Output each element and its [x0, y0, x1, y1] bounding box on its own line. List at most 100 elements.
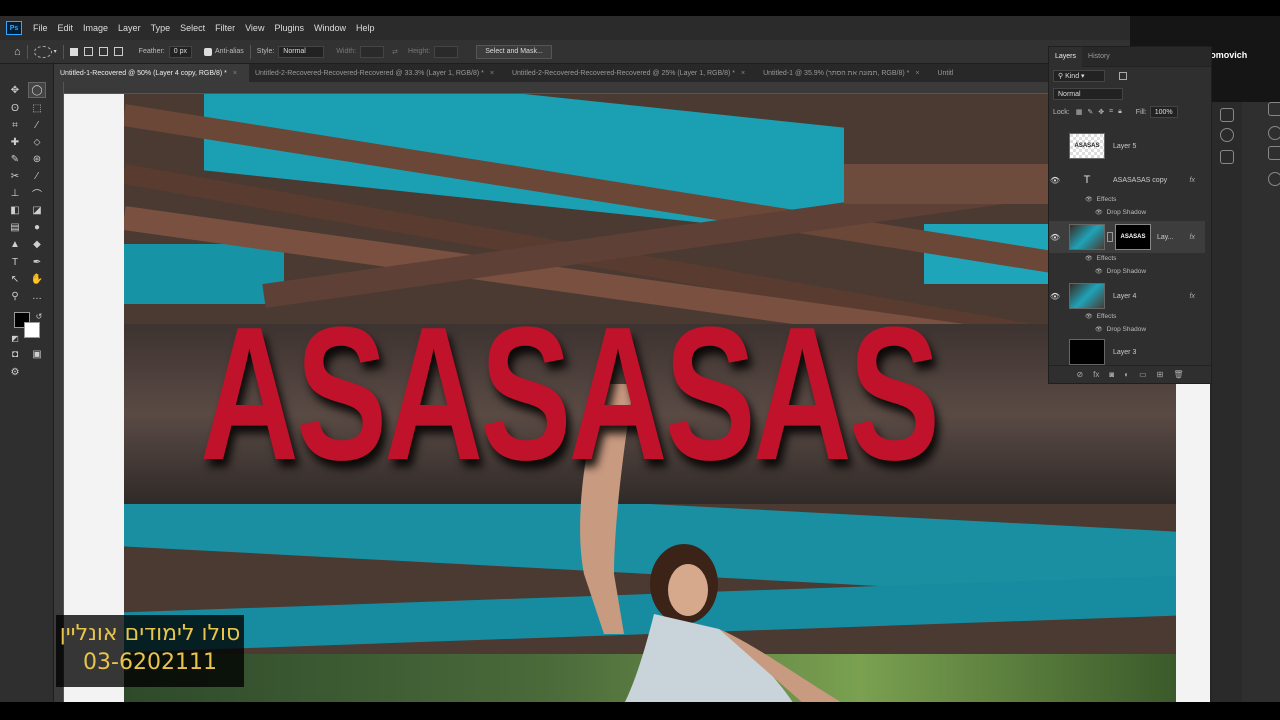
close-icon[interactable]: × [741, 70, 745, 77]
chevron-down-icon[interactable]: ▾ [54, 48, 57, 55]
lasso-tool-icon[interactable]: ʘ [6, 100, 24, 116]
quick-mask-icon[interactable]: ◘ [6, 346, 24, 362]
menu-help[interactable]: Help [351, 23, 380, 33]
visibility-icon[interactable]: 👁︎ [1085, 196, 1093, 203]
headline-text[interactable]: ASASASAS [200, 299, 940, 489]
object-select-tool-icon[interactable]: ⬚ [28, 100, 46, 116]
lock-artboard-icon[interactable]: ⌗ [1109, 108, 1113, 116]
visibility-icon[interactable]: 👁︎ [1049, 233, 1061, 242]
clone-stamp-icon[interactable]: ⊥ [6, 185, 24, 201]
edit-toolbar-icon[interactable]: ⚙ [6, 364, 24, 380]
menu-plugins[interactable]: Plugins [269, 23, 309, 33]
effects-row[interactable]: 👁︎ Effects [1085, 196, 1116, 203]
hand-tool-icon[interactable]: ✋ [28, 271, 46, 287]
history-brush-icon[interactable]: ✂ [6, 168, 24, 184]
link-layers-icon[interactable]: ⊘ [1076, 370, 1083, 379]
layer-name[interactable]: Lay... [1157, 234, 1174, 241]
properties-icon[interactable] [1220, 150, 1234, 164]
tab-document-4[interactable]: Untitled-1 @ 35.9% (תמונה את הסתר, RGB/8… [757, 64, 931, 82]
move-tool-icon[interactable]: ✥ [6, 82, 24, 98]
background-eraser-icon[interactable]: ◪ [28, 202, 46, 218]
vertical-ruler[interactable] [54, 82, 64, 702]
visibility-off-icon[interactable]: ● [1049, 348, 1061, 357]
new-layer-icon[interactable]: ⊞ [1157, 370, 1164, 379]
feather-input[interactable]: 0 px [168, 45, 192, 58]
style-select[interactable]: Normal [278, 45, 325, 58]
lock-all-icon[interactable]: 🔒︎ [1118, 108, 1122, 116]
burn-tool-icon[interactable]: ◆ [28, 236, 46, 252]
stamp-tool-icon[interactable]: ⊛ [28, 151, 46, 167]
brush-tool-icon[interactable]: ✎ [6, 151, 24, 167]
panel-icon[interactable] [1220, 108, 1234, 122]
menu-select[interactable]: Select [175, 23, 210, 33]
panel-icon[interactable] [1268, 102, 1280, 116]
layer-name[interactable]: Layer 5 [1113, 143, 1136, 150]
default-colors-icon[interactable]: ◩ [6, 330, 24, 346]
select-and-mask-button[interactable]: Select and Mask... [476, 44, 552, 59]
healing-brush-icon[interactable]: ✚ [6, 134, 24, 150]
close-icon[interactable]: × [233, 70, 237, 77]
tab-layers[interactable]: Layers [1049, 46, 1083, 67]
background-color-swatch[interactable] [24, 322, 40, 338]
add-selection-icon[interactable] [83, 47, 93, 56]
intersect-selection-icon[interactable] [113, 47, 123, 56]
visibility-icon[interactable]: 👁︎ [1085, 313, 1093, 320]
tab-document-5[interactable]: Untitl [931, 64, 965, 82]
art-brush-icon[interactable]: ⌒ [28, 185, 46, 201]
pen-tool-icon[interactable]: ✒ [28, 254, 46, 270]
menu-layer[interactable]: Layer [113, 23, 146, 33]
gradient-tool-icon[interactable]: ▤ [6, 219, 24, 235]
close-icon[interactable]: × [490, 70, 494, 77]
canvas-photo[interactable]: ASASASAS [124, 94, 1176, 702]
adjustment-layer-icon[interactable]: ◐ [1124, 370, 1129, 379]
info-icon[interactable] [1220, 128, 1234, 142]
menu-edit[interactable]: Edit [53, 23, 79, 33]
new-group-icon[interactable]: ▭ [1139, 370, 1147, 379]
zoom-tool-icon[interactable]: ⚲ [6, 288, 24, 304]
dodge-tool-icon[interactable]: ▲ [6, 236, 24, 252]
menu-type[interactable]: Type [146, 23, 176, 33]
tab-history[interactable]: History [1082, 47, 1116, 67]
patch-tool-icon[interactable]: ⬦ [28, 134, 46, 150]
layer-mask-thumbnail[interactable]: ASASAS [1115, 224, 1151, 250]
layer-row[interactable]: 👁︎ Layer 4 fx [1049, 281, 1205, 311]
layer-name[interactable]: Layer 3 [1113, 349, 1136, 356]
layer-name[interactable]: ASASASAS copy [1113, 177, 1167, 184]
chain-link-icon[interactable] [1107, 232, 1113, 242]
new-selection-icon[interactable] [69, 47, 78, 56]
layer-row[interactable]: 👁︎ T ASASASAS copy fx [1049, 167, 1205, 193]
menu-window[interactable]: Window [309, 23, 351, 33]
lock-position-icon[interactable]: ✥ [1098, 108, 1104, 116]
menu-file[interactable]: File [28, 23, 53, 33]
adjustments-icon[interactable] [1268, 126, 1280, 140]
crop-tool-icon[interactable]: ⌗ [6, 117, 24, 133]
visibility-icon[interactable]: 👁︎ [1049, 176, 1061, 185]
visibility-icon[interactable]: 👁︎ [1095, 209, 1103, 216]
menu-filter[interactable]: Filter [210, 23, 240, 33]
filter-pixel-icon[interactable] [1119, 72, 1127, 80]
pencil-tool-icon[interactable]: ⁄ [28, 168, 46, 184]
tab-document-2[interactable]: Untitled-2-Recovered-Recovered-Recovered… [249, 64, 506, 82]
fx-badge[interactable]: fx [1190, 234, 1195, 241]
visibility-icon[interactable]: 👁︎ [1049, 292, 1061, 301]
menu-view[interactable]: View [240, 23, 269, 33]
eraser-tool-icon[interactable]: ◧ [6, 202, 24, 218]
add-style-icon[interactable]: fx [1093, 370, 1099, 379]
blur-tool-icon[interactable]: ● [28, 219, 46, 235]
height-input[interactable] [434, 45, 459, 58]
layer-row[interactable]: ● ASASAS Layer 5 [1049, 131, 1205, 161]
close-icon[interactable]: × [915, 70, 919, 77]
visibility-off-icon[interactable]: ● [1049, 142, 1061, 151]
layer-row[interactable]: ● Layer 3 [1049, 339, 1205, 365]
effects-row[interactable]: 👁︎ Effects [1085, 255, 1116, 262]
color-icon[interactable] [1268, 172, 1280, 186]
fill-input[interactable]: 100% [1149, 106, 1178, 118]
layer-row-selected[interactable]: 👁︎ ASASAS Lay... fx [1049, 221, 1205, 253]
eyedropper-tool-icon[interactable]: ⁄ [28, 117, 46, 133]
menu-image[interactable]: Image [78, 23, 113, 33]
kind-filter-select[interactable]: ⚲ Kind ▾ [1053, 70, 1105, 82]
subtract-selection-icon[interactable] [98, 47, 108, 56]
drop-shadow-row[interactable]: 👁︎ Drop Shadow [1095, 268, 1146, 275]
fx-badge[interactable]: fx [1190, 177, 1195, 184]
delete-layer-icon[interactable]: 🗑︎ [1173, 370, 1183, 379]
